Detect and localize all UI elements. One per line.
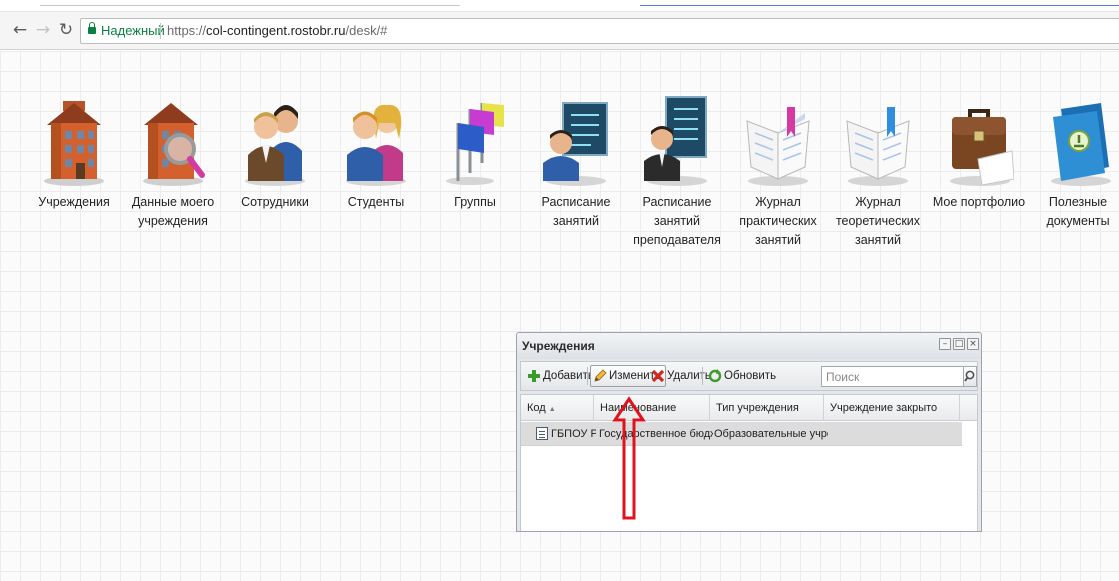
desktop-icon-students[interactable]: Студенты [326,93,426,212]
column-label: Код [527,402,546,414]
minimize-icon[interactable]: – [939,338,951,350]
folder-icon [1043,93,1113,189]
desktop-icon-label: Данные моего учреждения [131,195,215,228]
tab-edge-active [640,5,1119,6]
refresh-button-label: Обновить [724,370,777,382]
reload-button[interactable]: ↻ [55,19,77,41]
sort-asc-icon: ▲ [548,406,556,413]
browser-toolbar: ← → ↻ Надежный https://col-contingent.ro… [0,12,1119,50]
url-scheme: https:// [167,23,207,38]
window-title: Учреждения [522,339,595,353]
address-bar[interactable]: Надежный https://col-contingent.rostobr.… [80,18,1119,44]
toolbar-divider [702,367,703,385]
close-icon[interactable]: × [967,338,979,350]
desktop-icon-institutions[interactable]: Учреждения [24,93,124,212]
desktop-icon-label: Группы [454,195,496,209]
desktop-icon-label: Журнал теоретических занятий [835,195,921,247]
pencil-icon [594,369,607,382]
url-host: col-contingent.rostobr.ru [206,23,346,38]
desktop-icon-label: Полезные документы [1046,195,1110,228]
desktop-icon-label: Студенты [347,195,405,209]
annotation-arrow-icon [612,396,646,520]
url-path: /desk/# [345,23,388,38]
url-text[interactable]: https://col-contingent.rostobr.ru/desk/# [167,19,387,43]
desktop-icon-staff[interactable]: Сотрудники [225,93,325,212]
building-search-icon [138,93,208,189]
address-divider [160,23,161,39]
security-label: Надежный [101,23,165,38]
desktop-icon-practical-journal[interactable]: Журнал практических занятий [728,93,828,250]
lock-icon [88,22,96,35]
column-label: Учреждение закрыто [830,402,938,414]
building-icon [39,93,109,189]
back-button[interactable]: ← [9,19,31,41]
cell-type: Образовательные учрежден [714,428,828,440]
desktop-icon-label: Расписание занятий [541,195,611,228]
desktop-icon-portfolio[interactable]: Мое портфолио [929,93,1029,212]
practical-journal-icon [743,93,813,189]
desktop-icon-documents[interactable]: Полезные документы [1028,93,1119,231]
column-header-closed[interactable]: Учреждение закрыто [824,395,960,421]
desktop-icon-teacher-schedule[interactable]: Расписание занятий преподавателя [627,93,727,250]
desktop-icon-groups[interactable]: Группы [425,93,525,212]
table-row[interactable]: ГБПОУ Р... Государственное бюджетное Обр… [521,422,962,446]
briefcase-icon [944,93,1015,189]
institutions-grid: Код ▲ Наименование Тип учреждения Учрежде… [520,394,978,531]
search-input[interactable] [821,366,963,387]
refresh-icon [708,369,722,383]
students-icon [341,93,411,189]
schedule-icon [541,93,611,189]
flags-icon [440,93,510,189]
column-header-code[interactable]: Код ▲ [521,395,594,421]
plus-icon [528,370,540,382]
toolbar-divider [587,367,588,385]
desktop-icon-my-institution[interactable]: Данные моего учреждения [123,93,223,231]
grid-header: Код ▲ Наименование Тип учреждения Учрежде… [521,395,977,421]
cell-code: ГБПОУ Р... [551,428,596,440]
refresh-button[interactable]: Обновить [705,365,781,387]
desktop-icon-label: Расписание занятий преподавателя [633,195,721,247]
window-toolbar: Добавить ▼ Изменить Удалить Обновит [520,361,978,391]
document-icon [536,427,548,440]
delete-icon [651,369,665,383]
search-button[interactable] [963,366,977,387]
column-header-type[interactable]: Тип учреждения [710,395,824,421]
desktop-icon-label: Сотрудники [241,195,309,209]
window-header[interactable]: Учреждения – □ × [517,333,981,359]
tab-edge [40,5,460,6]
search-icon [964,370,975,382]
forward-button[interactable]: → [32,19,54,41]
maximize-icon[interactable]: □ [953,338,965,350]
staff-icon [240,93,310,189]
teacher-schedule-icon [642,93,712,189]
desktop-icon-theoretical-journal[interactable]: Журнал теоретических занятий [828,93,928,250]
cell-closed [829,422,959,446]
desktop-icon-label: Журнал практических занятий [739,195,817,247]
desktop-icon-schedule[interactable]: Расписание занятий [526,93,626,231]
browser-tab-strip [0,0,1119,12]
theoretical-journal-icon [843,93,913,189]
institutions-window: Учреждения – □ × Добавить ▼ Изменить [516,332,982,532]
desktop-icon-label: Учреждения [38,195,110,209]
column-label: Тип учреждения [716,402,799,414]
desktop-icon-label: Мое портфолио [932,195,1026,209]
